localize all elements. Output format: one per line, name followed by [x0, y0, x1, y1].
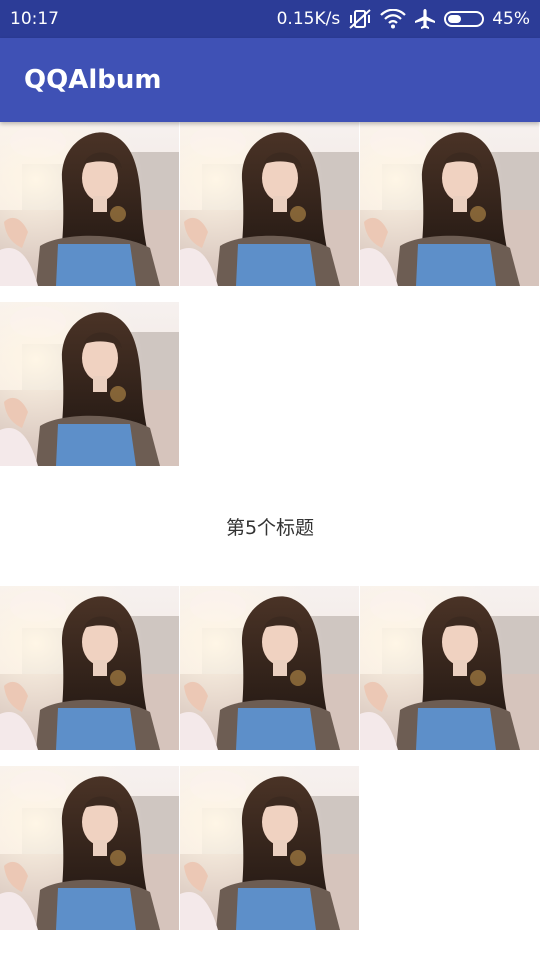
app-bar: QQAlbum	[0, 38, 540, 122]
section-title: 第5个标题	[225, 516, 315, 539]
portrait-photo	[0, 766, 179, 930]
photo-grid-group-1	[0, 122, 540, 482]
airplane-icon	[414, 8, 436, 30]
wifi-icon	[380, 9, 406, 29]
status-time: 10:17	[10, 9, 59, 29]
vibrate-off-icon	[348, 8, 372, 30]
portrait-photo	[0, 302, 179, 466]
photo-thumbnail[interactable]	[0, 586, 179, 750]
portrait-photo	[360, 122, 539, 286]
photo-thumbnail[interactable]	[180, 122, 359, 286]
photo-thumbnail[interactable]	[360, 586, 539, 750]
portrait-photo	[0, 122, 179, 286]
photo-grid-group-2	[0, 586, 540, 946]
photo-thumbnail[interactable]	[360, 122, 539, 286]
portrait-photo	[360, 586, 539, 750]
portrait-photo	[0, 586, 179, 750]
battery-percent: 45%	[492, 9, 530, 29]
photo-thumbnail[interactable]	[180, 586, 359, 750]
album-content[interactable]: 第5个标题	[0, 122, 540, 960]
photo-thumbnail[interactable]	[0, 302, 179, 466]
photo-thumbnail[interactable]	[0, 766, 179, 930]
status-bar: 10:17 0.15K/s 45%	[0, 0, 540, 38]
portrait-photo	[180, 586, 359, 750]
network-speed: 0.15K/s	[276, 9, 341, 29]
portrait-photo	[180, 766, 359, 930]
portrait-photo	[180, 122, 359, 286]
app-title: QQAlbum	[24, 65, 162, 95]
battery-icon	[444, 11, 485, 27]
photo-thumbnail[interactable]	[0, 122, 179, 286]
battery-fill	[448, 15, 461, 23]
status-icons: 0.15K/s 45%	[277, 8, 530, 30]
photo-thumbnail[interactable]	[180, 766, 359, 930]
